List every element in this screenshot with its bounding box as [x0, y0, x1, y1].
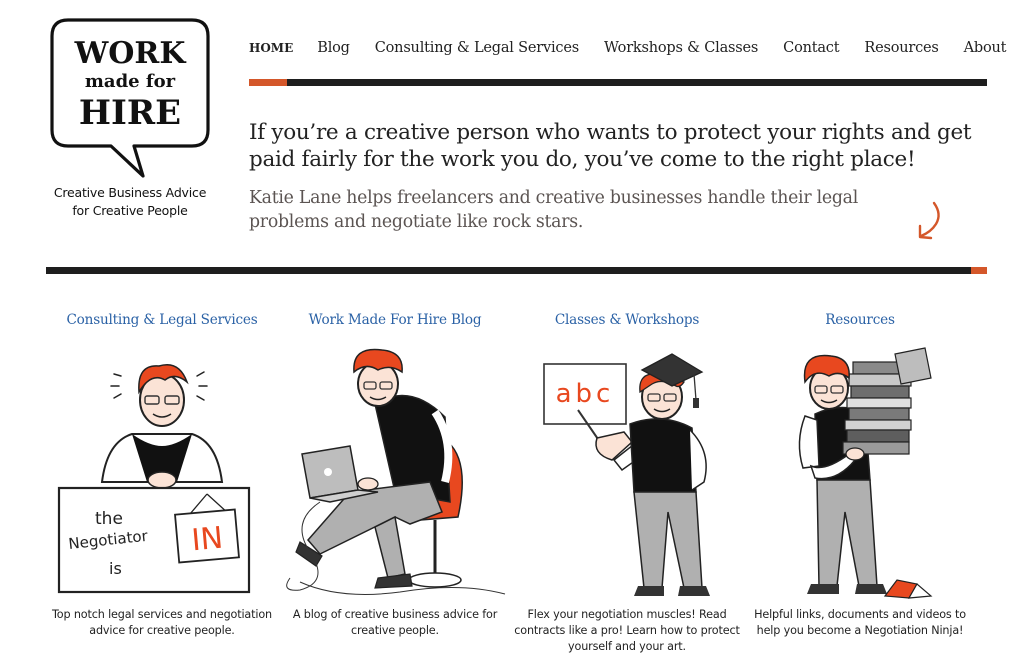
logo-text-work: WORK — [74, 36, 187, 71]
person-carrying-books-illustration[interactable] — [745, 342, 975, 602]
hero-title: If you’re a creative person who wants to… — [249, 120, 972, 172]
feature-description: Top notch legal services and negotiation… — [52, 608, 272, 637]
logo-text-made-for: made for — [85, 71, 176, 92]
feature-title-link[interactable]: Classes & Workshops — [512, 310, 742, 330]
nav-consulting-legal-services[interactable]: Consulting & Legal Services — [375, 40, 579, 56]
section-divider — [46, 267, 971, 274]
nav-about[interactable]: About — [964, 40, 1007, 56]
site-logo[interactable]: WORK made for HIRE Creative Business Adv… — [46, 18, 214, 223]
nav-active-indicator — [249, 79, 287, 86]
nav-contact[interactable]: Contact — [783, 40, 839, 56]
sign-text-the: the — [95, 509, 123, 529]
feature-title-link[interactable]: Consulting & Legal Services — [47, 310, 277, 330]
sign-text-is: is — [109, 559, 122, 578]
feature-resources: Resources Helpful links, documents and v… — [745, 310, 975, 637]
section-divider-accent — [971, 267, 987, 274]
curved-arrow-down-icon — [918, 201, 940, 240]
tagline-line-1: Creative Business Advice — [53, 185, 207, 200]
logo-text-hire: HIRE — [79, 93, 181, 133]
nav-blog[interactable]: Blog — [317, 40, 350, 56]
hero-subtitle: Katie Lane helps freelancers and creativ… — [249, 188, 858, 232]
feature-classes: Classes & Workshops abc Flex your negoti… — [512, 310, 742, 653]
sign-badge-in: IN — [190, 521, 224, 559]
main-navigation: HOME Blog Consulting & Legal Services Wo… — [249, 40, 1007, 62]
negotiator-at-desk-illustration[interactable]: the Negotiator is IN — [47, 342, 277, 602]
feature-title-link[interactable]: Work Made For Hire Blog — [280, 310, 510, 330]
feature-description: Flex your negotiation muscles! Read cont… — [514, 608, 740, 653]
feature-blog: Work Made For Hire Blog A blog of creati… — [280, 310, 510, 637]
feature-description: Helpful links, documents and videos to h… — [754, 608, 966, 637]
nav-workshops-classes[interactable]: Workshops & Classes — [604, 40, 758, 56]
tagline-line-2: for Creative People — [72, 203, 188, 218]
feature-description: A blog of creative business advice for c… — [292, 608, 498, 637]
feature-title-link[interactable]: Resources — [745, 310, 975, 330]
teacher-with-board-illustration[interactable]: abc — [512, 342, 742, 602]
speech-bubble-logo: WORK made for HIRE — [50, 18, 210, 178]
person-with-laptop-illustration[interactable] — [280, 342, 510, 602]
logo-tagline: Creative Business Advice for Creative Pe… — [46, 184, 214, 220]
nav-home[interactable]: HOME — [249, 41, 293, 55]
nav-resources[interactable]: Resources — [864, 40, 938, 56]
board-text: abc — [556, 379, 615, 409]
nav-underline-bar — [249, 79, 987, 86]
feature-consulting: Consulting & Legal Services the Negotiat… — [47, 310, 277, 637]
